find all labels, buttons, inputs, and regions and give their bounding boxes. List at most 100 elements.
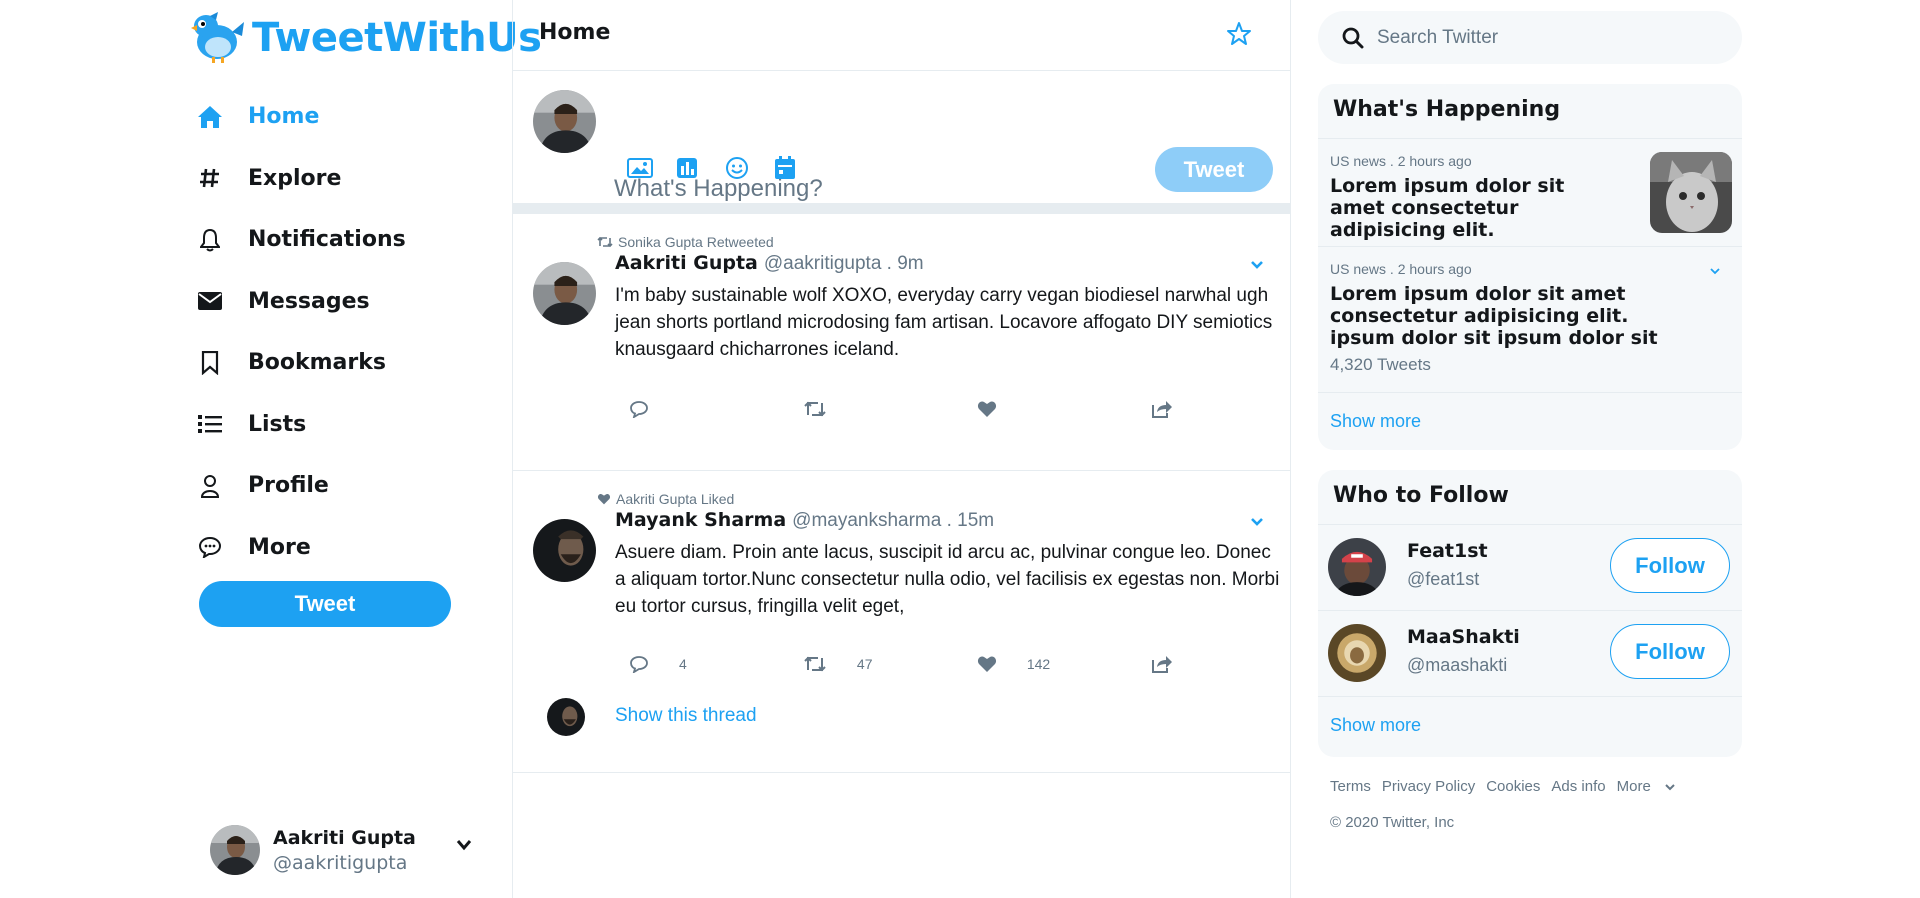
show-thread-link[interactable]: Show this thread (615, 705, 757, 727)
context-text: Sonika Gupta Retweeted (618, 234, 774, 250)
chevron-down-icon[interactable] (1250, 517, 1264, 527)
trend-count: 4,320 Tweets (1330, 355, 1431, 374)
trend-item[interactable]: US news . 2 hours ago Lorem ipsum dolor … (1318, 139, 1742, 247)
follow-suggestion[interactable]: MaaShakti @maashakti Follow (1318, 611, 1742, 697)
nav-item-home[interactable]: Home (196, 86, 406, 148)
reply-button[interactable]: 4 (629, 654, 803, 674)
comment-icon (629, 400, 649, 418)
emoji-icon[interactable] (725, 154, 774, 182)
show-more-link[interactable]: Show more (1318, 697, 1742, 754)
nav-item-lists[interactable]: Lists (196, 394, 406, 456)
heart-icon (597, 493, 611, 505)
bell-icon (196, 226, 224, 254)
tweet-body: I'm baby sustainable wolf XOXO, everyday… (615, 285, 1273, 360)
copyright-text: © 2020 Twitter, Inc (1330, 814, 1455, 831)
search-icon (1342, 27, 1364, 49)
follow-handle: @feat1st (1407, 569, 1480, 589)
follow-name[interactable]: Feat1st (1407, 540, 1488, 562)
account-switcher[interactable]: Aakriti Gupta @aakritigupta (210, 822, 472, 878)
account-name: Aakriti Gupta (273, 826, 416, 849)
footer-more-label: More (1616, 778, 1651, 795)
trend-headline: Lorem ipsum dolor sit amet consectetur a… (1330, 175, 1565, 241)
page-title: Home (539, 20, 611, 45)
avatar (533, 90, 596, 153)
star-icon[interactable] (1226, 21, 1252, 47)
show-more-link[interactable]: Show more (1318, 393, 1742, 450)
follow-handle: @maashakti (1407, 655, 1508, 675)
footer-more-menu[interactable]: More (1617, 778, 1686, 795)
sidebar: TweetWithUs Home Explore Notifications M… (0, 0, 542, 898)
image-icon[interactable] (627, 154, 676, 182)
heart-icon (977, 400, 997, 418)
tweet[interactable]: Aakriti Gupta Liked Mayank Sharma @mayan… (513, 471, 1290, 773)
like-button[interactable]: 142 (977, 654, 1151, 674)
footer-links: Terms Privacy Policy Cookies Ads info Mo… (1330, 778, 1697, 795)
account-handle: @aakritigupta (273, 851, 408, 874)
tweet-author-name[interactable]: Mayank Sharma (615, 509, 786, 531)
tweet-composer: Tweet (513, 71, 1290, 214)
main-nav: Home Explore Notifications Messages Book… (196, 86, 406, 578)
chevron-down-icon[interactable] (1710, 267, 1720, 275)
share-button[interactable] (1151, 399, 1189, 419)
search-bar[interactable] (1318, 11, 1742, 64)
nav-item-bookmarks[interactable]: Bookmarks (196, 332, 406, 394)
reply-button[interactable] (629, 399, 803, 419)
like-button[interactable] (977, 399, 1151, 419)
follow-suggestion[interactable]: Feat1st @feat1st Follow (1318, 525, 1742, 611)
envelope-icon (196, 287, 224, 315)
nav-item-notifications[interactable]: Notifications (196, 209, 406, 271)
nav-item-more[interactable]: More (196, 517, 406, 579)
schedule-icon[interactable] (774, 154, 823, 182)
follow-name[interactable]: MaaShakti (1407, 626, 1520, 648)
share-icon (1151, 399, 1173, 419)
chevron-down-icon (1665, 783, 1675, 791)
nav-label: Home (248, 104, 320, 130)
footer-link-privacy[interactable]: Privacy Policy (1382, 778, 1475, 795)
tweet[interactable]: Sonika Gupta Retweeted Aakriti Gupta @aa… (513, 214, 1290, 471)
nav-item-profile[interactable]: Profile (196, 455, 406, 517)
nav-item-messages[interactable]: Messages (196, 271, 406, 333)
nav-label: Notifications (248, 227, 406, 253)
tweet-handle-time: @mayanksharma . 15m (792, 510, 995, 531)
trend-thumbnail (1650, 152, 1732, 233)
brand-logo[interactable]: TweetWithUs (188, 12, 542, 64)
avatar[interactable] (533, 262, 596, 325)
search-input[interactable] (1377, 26, 1697, 49)
poll-icon[interactable] (676, 154, 725, 182)
nav-item-explore[interactable]: Explore (196, 148, 406, 210)
brand-name: TweetWithUs (252, 15, 542, 61)
chevron-down-icon[interactable] (456, 839, 472, 851)
retweet-icon (803, 400, 827, 418)
retweet-icon (803, 655, 827, 673)
list-icon (196, 410, 224, 438)
tweet-author-name[interactable]: Aakriti Gupta (615, 252, 758, 274)
compose-toolbar (627, 154, 823, 182)
footer-link-terms[interactable]: Terms (1330, 778, 1371, 795)
reply-count: 4 (679, 656, 687, 672)
nav-label: Bookmarks (248, 350, 386, 376)
share-button[interactable] (1151, 654, 1189, 674)
avatar (210, 825, 260, 875)
follow-button[interactable]: Follow (1610, 624, 1730, 679)
footer-link-ads[interactable]: Ads info (1551, 778, 1605, 795)
trend-item[interactable]: US news . 2 hours ago Lorem ipsum dolor … (1318, 247, 1742, 393)
retweet-button[interactable]: 47 (803, 654, 977, 674)
compose-tweet-button[interactable]: Tweet (1155, 147, 1273, 192)
nav-label: Explore (248, 165, 342, 191)
hashtag-icon (196, 164, 224, 192)
card-title: What's Happening (1318, 84, 1742, 139)
follow-button[interactable]: Follow (1610, 538, 1730, 593)
comment-icon (629, 655, 649, 673)
avatar[interactable] (533, 519, 596, 582)
sidebar-tweet-button[interactable]: Tweet (199, 581, 451, 627)
retweet-button[interactable] (803, 399, 977, 419)
nav-label: Lists (248, 411, 307, 437)
footer-link-cookies[interactable]: Cookies (1486, 778, 1540, 795)
trend-headline: Lorem ipsum dolor sit amet consectetur a… (1330, 283, 1658, 349)
right-sidebar: What's Happening US news . 2 hours ago L… (1310, 0, 1920, 898)
who-to-follow-card: Who to Follow Feat1st @feat1st Follow Ma… (1318, 470, 1742, 757)
bird-logo-icon (188, 12, 246, 64)
main-feed: Home Tweet (512, 0, 1291, 898)
avatar (1328, 538, 1386, 596)
chevron-down-icon[interactable] (1250, 260, 1264, 270)
